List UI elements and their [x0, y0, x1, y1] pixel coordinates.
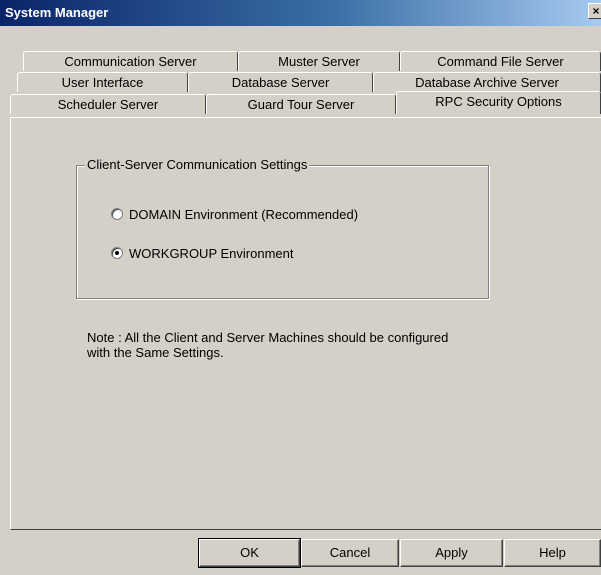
tab-database-server[interactable]: Database Server — [188, 72, 373, 92]
note-line-2: with the Same Settings. — [87, 345, 224, 360]
rpc-security-panel: Client-Server Communication Settings DOM… — [10, 117, 601, 530]
tab-scheduler-server[interactable]: Scheduler Server — [10, 94, 206, 114]
ok-button[interactable]: OK — [198, 538, 301, 568]
close-icon[interactable]: × — [588, 3, 601, 19]
workgroup-environment-label: WORKGROUP Environment — [129, 246, 294, 261]
title-bar[interactable]: System Manager × — [0, 0, 601, 26]
help-button[interactable]: Help — [504, 539, 601, 567]
system-manager-window: System Manager × Communication Server Mu… — [0, 0, 601, 575]
cancel-button[interactable]: Cancel — [301, 539, 399, 567]
apply-button[interactable]: Apply — [400, 539, 503, 567]
radio-unselected-icon — [111, 208, 123, 220]
tab-command-file-server[interactable]: Command File Server — [400, 51, 601, 71]
tab-rpc-security-options[interactable]: RPC Security Options — [396, 91, 601, 114]
tab-guard-tour-server[interactable]: Guard Tour Server — [206, 94, 396, 114]
note-text: Note : All the Client and Server Machine… — [87, 330, 487, 360]
domain-environment-label: DOMAIN Environment (Recommended) — [129, 207, 359, 222]
client-server-settings-group: Client-Server Communication Settings DOM… — [76, 157, 489, 299]
note-line-1: Note : All the Client and Server Machine… — [87, 330, 449, 345]
radio-dot-icon — [115, 251, 119, 255]
tab-user-interface[interactable]: User Interface — [17, 72, 188, 92]
window-title: System Manager — [5, 5, 109, 20]
tab-database-archive-server[interactable]: Database Archive Server — [373, 72, 601, 92]
tab-muster-server[interactable]: Muster Server — [238, 51, 400, 71]
radio-selected-icon — [111, 247, 123, 259]
tab-communication-server[interactable]: Communication Server — [23, 51, 238, 71]
group-label: Client-Server Communication Settings — [85, 157, 310, 172]
